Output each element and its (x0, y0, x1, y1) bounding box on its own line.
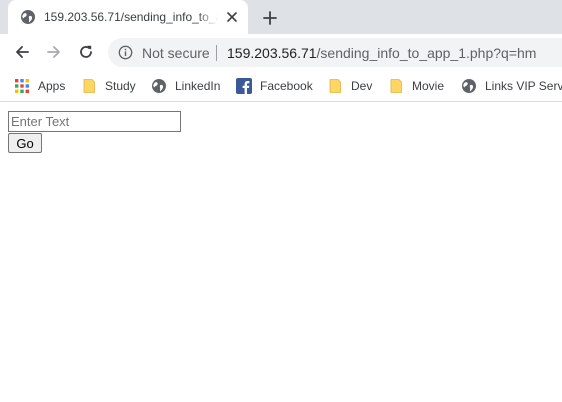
bookmark-label: LinkedIn (175, 79, 221, 93)
url-path: /sending_info_to_app_1.php?q=hm (316, 45, 537, 61)
browser-toolbar: Not secure 159.203.56.71/sending_info_to… (0, 34, 562, 70)
bookmarks-bar: Apps Study LinkedIn Facebook Dev Movie L… (0, 70, 562, 102)
globe-icon (462, 79, 476, 93)
plus-icon (263, 11, 277, 25)
bookmark-folder-movie[interactable]: Movie (388, 76, 444, 96)
back-button[interactable] (11, 41, 33, 63)
folder-icon (390, 79, 402, 93)
close-icon (227, 12, 237, 22)
facebook-icon (236, 78, 252, 94)
bookmark-label: Links VIP Services (485, 79, 562, 93)
forward-arrow-icon (47, 46, 60, 58)
folder-icon (329, 79, 341, 93)
enter-text-input[interactable] (8, 111, 181, 132)
reload-icon (80, 45, 92, 58)
browser-tab[interactable]: 159.203.56.71/sending_info_to_app_1.php?… (8, 0, 248, 34)
bookmark-facebook[interactable]: Facebook (236, 76, 313, 96)
globe-icon (152, 79, 166, 93)
folder-icon (83, 79, 95, 93)
bookmark-label: Dev (351, 79, 373, 93)
forward-button[interactable] (43, 41, 65, 63)
omnibox-divider (216, 45, 217, 61)
url-text[interactable]: 159.203.56.71/sending_info_to_app_1.php?… (227, 45, 536, 61)
tab-title: 159.203.56.71/sending_info_to_app_1.php?… (44, 10, 218, 24)
bookmark-label: Movie (412, 79, 445, 93)
bookmark-folder-dev[interactable]: Dev (327, 76, 372, 96)
tab-close-button[interactable] (224, 9, 240, 25)
reload-button[interactable] (75, 41, 97, 63)
apps-grid-icon (15, 79, 29, 93)
bookmark-linkedin[interactable]: LinkedIn (151, 76, 220, 96)
new-tab-button[interactable] (259, 7, 281, 29)
url-host: 159.203.56.71 (227, 45, 317, 61)
bookmark-apps[interactable]: Apps (14, 76, 65, 96)
tab-strip: 159.203.56.71/sending_info_to_app_1.php?… (0, 0, 562, 34)
bookmark-folder-study[interactable]: Study (81, 76, 136, 96)
back-arrow-icon (16, 46, 29, 58)
globe-icon (21, 10, 35, 24)
security-label[interactable]: Not secure (142, 45, 210, 61)
bookmark-label: Facebook (260, 79, 313, 93)
bookmark-links-vip-services[interactable]: Links VIP Services (461, 76, 562, 96)
info-icon[interactable] (118, 45, 133, 60)
address-bar[interactable]: Not secure 159.203.56.71/sending_info_to… (108, 38, 562, 67)
go-button[interactable]: Go (8, 133, 42, 153)
bookmark-label: Apps (38, 79, 66, 93)
bookmark-label: Study (105, 79, 136, 93)
